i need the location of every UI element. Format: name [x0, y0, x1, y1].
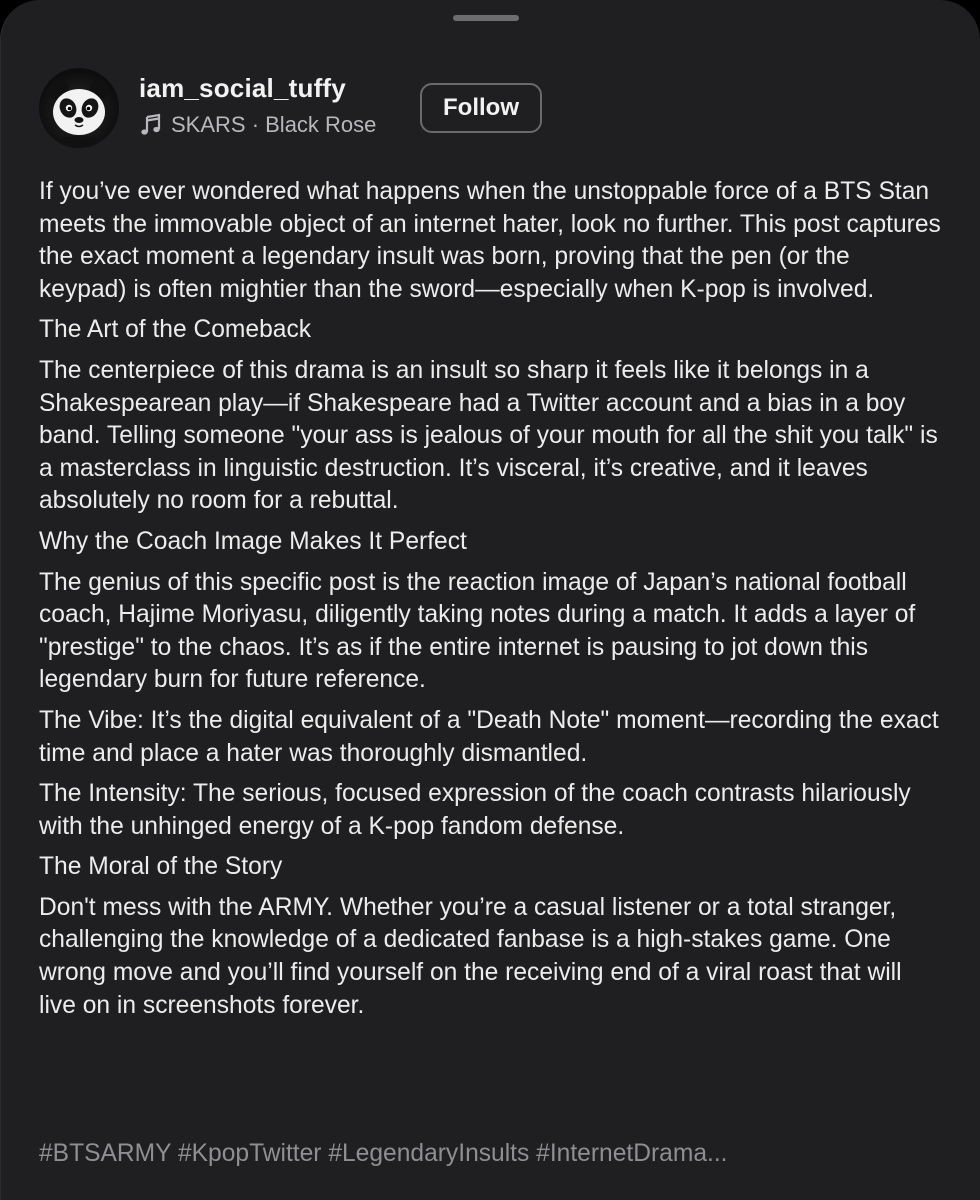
caption-section-heading: The Art of the Comeback: [39, 316, 312, 344]
caption-section-heading: The Moral of the Story: [39, 853, 283, 881]
caption-paragraph: The genius of this specific post is the …: [39, 568, 916, 694]
caption-paragraph: If you’ve ever wondered what happens whe…: [39, 178, 941, 303]
caption-paragraph: The centerpiece of this drama is an insu…: [39, 356, 938, 515]
username[interactable]: iam_social_tuffy: [139, 73, 346, 104]
post-sheet: iam_social_tuffy SKARS · Black Rose Foll…: [0, 0, 980, 1200]
music-note-icon: [141, 113, 161, 135]
music-track-row[interactable]: SKARS · Black Rose: [139, 110, 376, 140]
hashtags-line[interactable]: #BTSARMY #KpopTwitter #LegendaryInsults …: [39, 1138, 944, 1171]
sheet-grabber-handle[interactable]: [453, 15, 519, 21]
music-track-label: SKARS · Black Rose: [171, 112, 377, 137]
post-caption: If you’ve ever wondered what happens whe…: [39, 176, 944, 1030]
follow-button[interactable]: Follow: [420, 83, 542, 133]
avatar[interactable]: [39, 68, 119, 148]
caption-paragraph: Don't mess with the ARMY. Whether you’re…: [39, 893, 902, 1019]
caption-paragraph: The Intensity: The serious, focused expr…: [39, 780, 911, 840]
caption-paragraph: The Vibe: It’s the digital equivalent of…: [39, 706, 939, 767]
caption-section-heading: Why the Coach Image Makes It Perfect: [39, 527, 467, 555]
panda-avatar-icon: [49, 80, 109, 148]
post-header: iam_social_tuffy SKARS · Black Rose Foll…: [39, 68, 939, 148]
